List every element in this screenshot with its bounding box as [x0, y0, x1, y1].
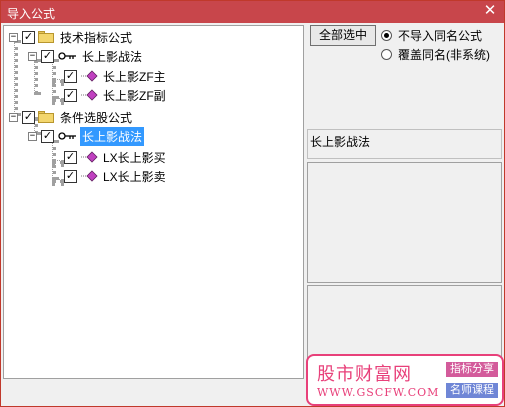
tree-node-formula[interactable]: ✓ 长上影ZF主 — [64, 67, 168, 85]
site-watermark: 股市财富网 WWW.GSCFW.COM 指标分享 名师课程 — [306, 354, 504, 406]
tree-line — [52, 160, 64, 164]
tree-node-label[interactable]: LX长上影卖 — [101, 167, 168, 186]
formula-icon — [81, 151, 98, 163]
option-label: 不导入同名公式 — [398, 29, 483, 43]
tree-line — [52, 98, 64, 102]
node-checkbox[interactable]: ✓ — [41, 129, 54, 143]
formula-name-display: 长上影战法 — [307, 129, 502, 159]
import-formula-dialog: 导入公式 ✕ − ✓ 技术指标公式 − ✓ 长上影战法 ✓ 长上影ZF主 ✓ 长… — [0, 0, 505, 407]
watermark-tag-course: 名师课程 — [446, 383, 498, 398]
formula-tree[interactable]: − ✓ 技术指标公式 − ✓ 长上影战法 ✓ 长上影ZF主 ✓ 长上影ZF副 −… — [3, 25, 304, 379]
folder-icon — [38, 111, 54, 123]
watermark-tag-share: 指标分享 — [446, 362, 498, 377]
tree-node-tech-indicators[interactable]: − ✓ 技术指标公式 — [9, 28, 134, 46]
node-checkbox[interactable]: ✓ — [64, 88, 77, 102]
collapse-toggle[interactable]: − — [9, 112, 18, 122]
tree-line — [14, 40, 18, 116]
tree-node-formula[interactable]: ✓ LX长上影买 — [64, 148, 168, 166]
tree-node-label[interactable]: 长上影战法 — [80, 47, 144, 66]
collapse-toggle[interactable]: − — [28, 51, 37, 61]
node-checkbox[interactable]: ✓ — [22, 30, 35, 44]
watermark-brand: 股市财富网 — [317, 364, 412, 385]
collapse-toggle[interactable]: − — [9, 32, 18, 42]
radio-no-import[interactable] — [381, 30, 392, 41]
option-overwrite[interactable]: 覆盖同名(非系统) — [381, 46, 490, 63]
description-panel — [307, 162, 502, 283]
tree-node-formula[interactable]: ✓ 长上影ZF副 — [64, 86, 168, 104]
node-checkbox[interactable]: ✓ — [41, 49, 54, 63]
folder-icon — [38, 31, 54, 43]
collapse-toggle[interactable]: − — [28, 131, 37, 141]
close-icon[interactable]: ✕ — [482, 3, 498, 19]
option-no-import[interactable]: 不导入同名公式 — [381, 27, 482, 44]
tree-node-stock-selection[interactable]: − ✓ 条件选股公式 — [9, 108, 134, 126]
tree-node-label[interactable]: LX长上影买 — [101, 148, 168, 167]
tree-line — [52, 79, 64, 83]
tree-node-label[interactable]: 长上影战法 — [80, 126, 145, 146]
tree-node-strategy[interactable]: − ✓ 长上影战法 — [28, 47, 144, 65]
radio-overwrite[interactable] — [381, 49, 392, 60]
window-title: 导入公式 — [7, 7, 56, 21]
key-icon — [58, 52, 76, 60]
formula-icon — [81, 170, 98, 182]
watermark-url: WWW.GSCFW.COM — [317, 386, 440, 399]
node-checkbox[interactable]: ✓ — [64, 169, 77, 183]
formula-name-text: 长上影战法 — [310, 135, 371, 149]
tree-node-label[interactable]: 技术指标公式 — [58, 28, 134, 47]
select-all-button[interactable]: 全部选中 — [310, 25, 376, 46]
formula-icon — [81, 89, 98, 101]
tree-node-label[interactable]: 条件选股公式 — [58, 108, 134, 127]
tree-node-label[interactable]: 长上影ZF副 — [101, 86, 168, 105]
key-icon — [58, 132, 76, 140]
tree-node-label[interactable]: 长上影ZF主 — [101, 67, 168, 86]
node-checkbox[interactable]: ✓ — [22, 110, 35, 124]
formula-icon — [81, 70, 98, 82]
tree-line — [52, 179, 64, 183]
tree-node-formula[interactable]: ✓ LX长上影卖 — [64, 167, 168, 185]
option-label: 覆盖同名(非系统) — [398, 48, 490, 62]
title-bar[interactable]: 导入公式 ✕ — [1, 1, 504, 23]
node-checkbox[interactable]: ✓ — [64, 69, 77, 83]
node-checkbox[interactable]: ✓ — [64, 150, 77, 164]
tree-node-strategy-selected[interactable]: − ✓ 长上影战法 — [28, 126, 145, 146]
